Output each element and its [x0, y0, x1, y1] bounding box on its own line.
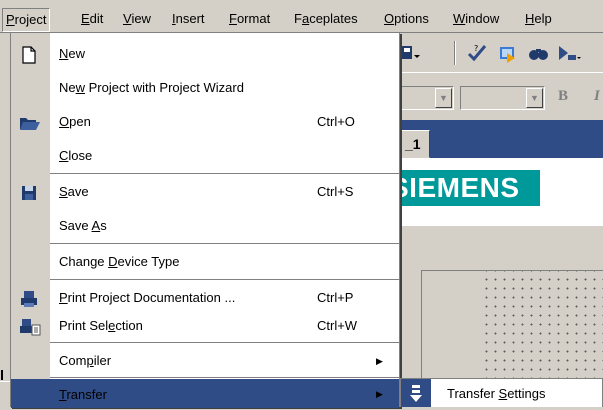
menu-item-transfer[interactable]: Transfer ▶ — [11, 379, 399, 408]
menu-item-label: Close — [59, 148, 93, 163]
menu-window[interactable]: Window — [451, 10, 501, 28]
save-disk-icon — [19, 183, 39, 203]
menu-item-save[interactable]: Save Ctrl+S — [11, 175, 399, 209]
menu-item-print-selection[interactable]: Print Selection Ctrl+W — [11, 309, 399, 343]
menu-item-label: New Project with Project Wizard — [59, 80, 244, 95]
menu-item-label: Print Selection — [59, 318, 143, 333]
submenu-arrow-icon: ▶ — [376, 356, 383, 366]
menu-item-close[interactable]: Close — [11, 139, 399, 173]
transfer-submenu: Transfer Settings — [400, 378, 603, 407]
menu-item-new[interactable]: New — [11, 37, 399, 71]
left-edge-mark — [1, 370, 9, 380]
menu-item-new-project-wizard[interactable]: New Project with Project Wizard — [11, 71, 399, 105]
menu-item-label: Transfer — [59, 387, 107, 402]
menu-insert[interactable]: Insert — [170, 10, 207, 28]
menu-project[interactable]: Project — [2, 8, 51, 32]
chevron-down-icon[interactable]: ▼ — [526, 88, 543, 108]
menu-item-compiler[interactable]: Compiler ▶ — [11, 344, 399, 378]
project-menu: New New Project with Project Wizard Open… — [10, 32, 400, 408]
transfer-settings-icon — [409, 385, 423, 403]
open-folder-icon — [19, 113, 40, 133]
arrow-transfer-icon[interactable] — [556, 43, 581, 63]
grid-margin — [422, 271, 480, 380]
bold-button[interactable]: B — [558, 88, 568, 105]
menu-item-open[interactable]: Open Ctrl+O — [11, 105, 399, 139]
shortcut-label: Ctrl+S — [317, 184, 354, 199]
toolbar-print-icon[interactable] — [398, 43, 420, 63]
siemens-logo: SIEMENS — [387, 170, 540, 206]
print-icon — [19, 289, 39, 309]
svg-text:?: ? — [474, 44, 478, 53]
toolbar-separator — [454, 41, 456, 65]
submenu-arrow-icon: ▶ — [376, 389, 383, 399]
menu-item-label: New — [59, 46, 86, 61]
print-selection-icon — [19, 317, 41, 337]
shortcut-label: Ctrl+O — [317, 114, 355, 129]
menu-item-label: Compiler — [59, 353, 112, 368]
new-document-icon — [19, 45, 39, 65]
menu-help[interactable]: Help — [523, 10, 554, 28]
menu-view[interactable]: View — [121, 10, 153, 28]
menu-format[interactable]: Format — [227, 10, 272, 28]
glasses-icon[interactable] — [527, 43, 549, 63]
menu-item-transfer-settings[interactable]: Transfer Settings — [447, 379, 546, 407]
download-icon[interactable] — [497, 43, 519, 63]
left-edge — [0, 33, 10, 381]
menu-item-label: Open — [59, 114, 91, 129]
menu-item-label: Save As — [59, 218, 107, 233]
menu-bar: Project Edit View Insert Format Faceplat… — [0, 0, 603, 33]
menu-faceplates[interactable]: Faceplates — [292, 10, 360, 28]
menu-options[interactable]: Options — [382, 10, 431, 28]
menu-item-label: Save — [59, 184, 89, 199]
menu-item-save-as[interactable]: Save As — [11, 209, 399, 243]
italic-button[interactable]: I — [594, 88, 600, 105]
shortcut-label: Ctrl+W — [317, 318, 358, 333]
chevron-down-icon[interactable]: ▼ — [435, 88, 452, 108]
menu-item-label: Change Device Type — [59, 254, 180, 269]
menu-edit[interactable]: Edit — [79, 10, 105, 28]
checkmark-icon[interactable]: ? — [466, 43, 488, 63]
size-combo[interactable]: ▼ — [460, 86, 545, 110]
submenu-icon-gutter — [401, 379, 431, 407]
menu-item-change-device-type[interactable]: Change Device Type — [11, 245, 399, 279]
